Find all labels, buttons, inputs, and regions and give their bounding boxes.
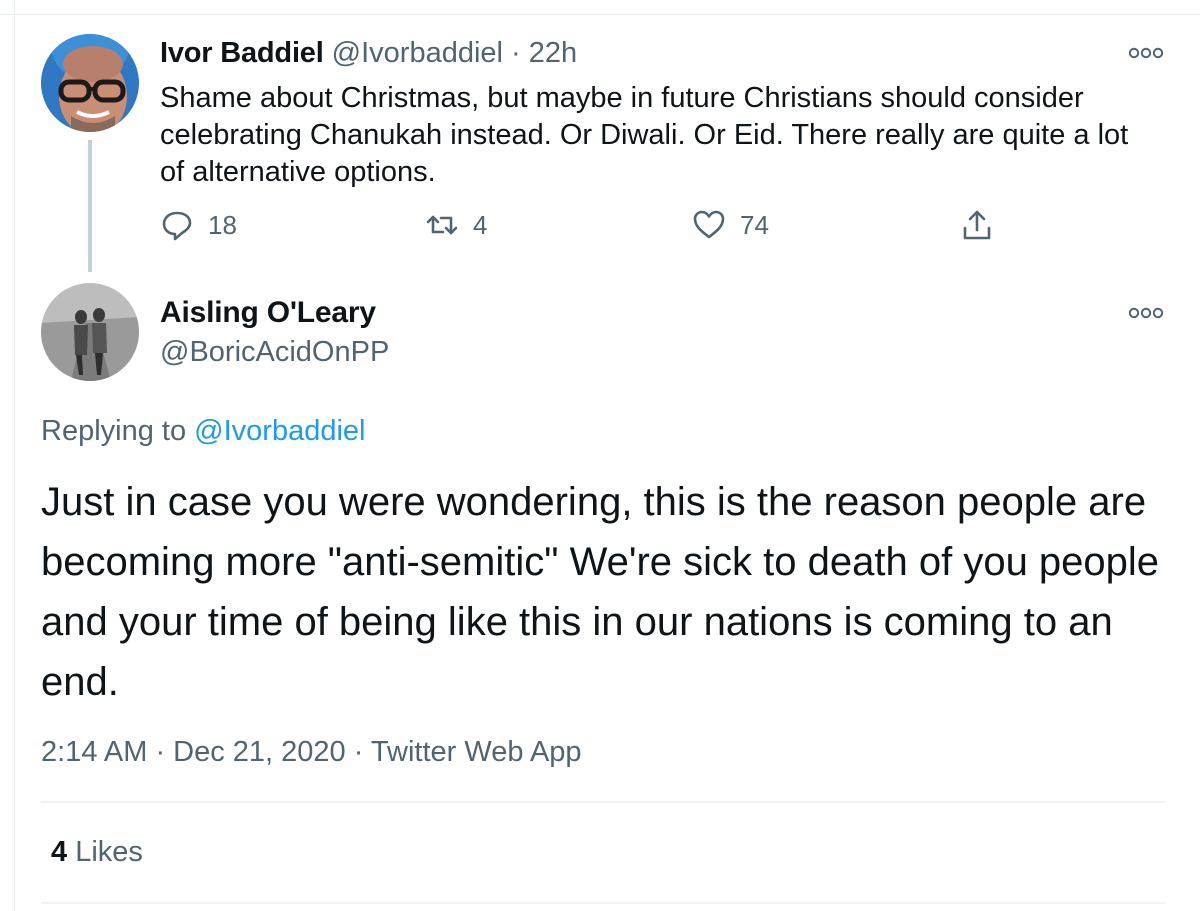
retweet-icon bbox=[425, 208, 459, 242]
tweet1-author-name[interactable]: Ivor Baddiel bbox=[160, 37, 324, 69]
tweet1-separator: · bbox=[511, 37, 521, 69]
likes-summary[interactable]: 4 Likes bbox=[51, 836, 143, 869]
retweet-button[interactable]: 4 bbox=[425, 208, 487, 242]
frame-border-left bbox=[0, 0, 15, 911]
reply-button[interactable]: 18 bbox=[160, 208, 237, 242]
tweet1-header: Ivor Baddiel @Ivorbaddiel · 22h bbox=[160, 37, 577, 70]
like-button[interactable]: 74 bbox=[692, 208, 769, 242]
heart-icon bbox=[692, 208, 726, 242]
like-count: 74 bbox=[740, 209, 769, 240]
tweet2-author-name[interactable]: Aisling O'Leary bbox=[160, 296, 376, 330]
replying-to-link[interactable]: @Ivorbaddiel bbox=[194, 415, 365, 447]
tweet2-author-handle[interactable]: @BoricAcidOnPP bbox=[160, 336, 389, 369]
tweet1-author-handle[interactable]: @Ivorbaddiel bbox=[332, 37, 503, 69]
reply-count: 18 bbox=[208, 209, 237, 240]
retweet-count: 4 bbox=[473, 209, 488, 240]
thread-connector-line bbox=[88, 140, 92, 272]
share-icon bbox=[960, 208, 994, 242]
share-button[interactable] bbox=[960, 208, 994, 242]
replying-prefix: Replying to bbox=[41, 415, 187, 447]
tweet1-more-icon[interactable] bbox=[1128, 46, 1164, 59]
replying-to-line: Replying to @Ivorbaddiel bbox=[41, 415, 365, 448]
avatar-aisling-oleary[interactable] bbox=[41, 283, 139, 381]
divider-bottom bbox=[41, 902, 1165, 904]
tweet2-text: Just in case you were wondering, this is… bbox=[41, 480, 1160, 704]
frame-border-top bbox=[0, 0, 1200, 15]
avatar-ivor-baddiel[interactable] bbox=[41, 34, 139, 132]
tweet2-timestamp[interactable]: 2:14 AM · Dec 21, 2020 · Twitter Web App bbox=[41, 736, 582, 769]
likes-label: Likes bbox=[75, 836, 143, 868]
tweet2-more-icon[interactable] bbox=[1128, 306, 1164, 319]
divider bbox=[41, 801, 1165, 803]
tweet1-time[interactable]: 22h bbox=[529, 37, 577, 69]
likes-count: 4 bbox=[51, 836, 68, 868]
reply-icon bbox=[160, 208, 194, 242]
tweet1-text: Shame about Christmas, but maybe in futu… bbox=[160, 82, 1129, 188]
